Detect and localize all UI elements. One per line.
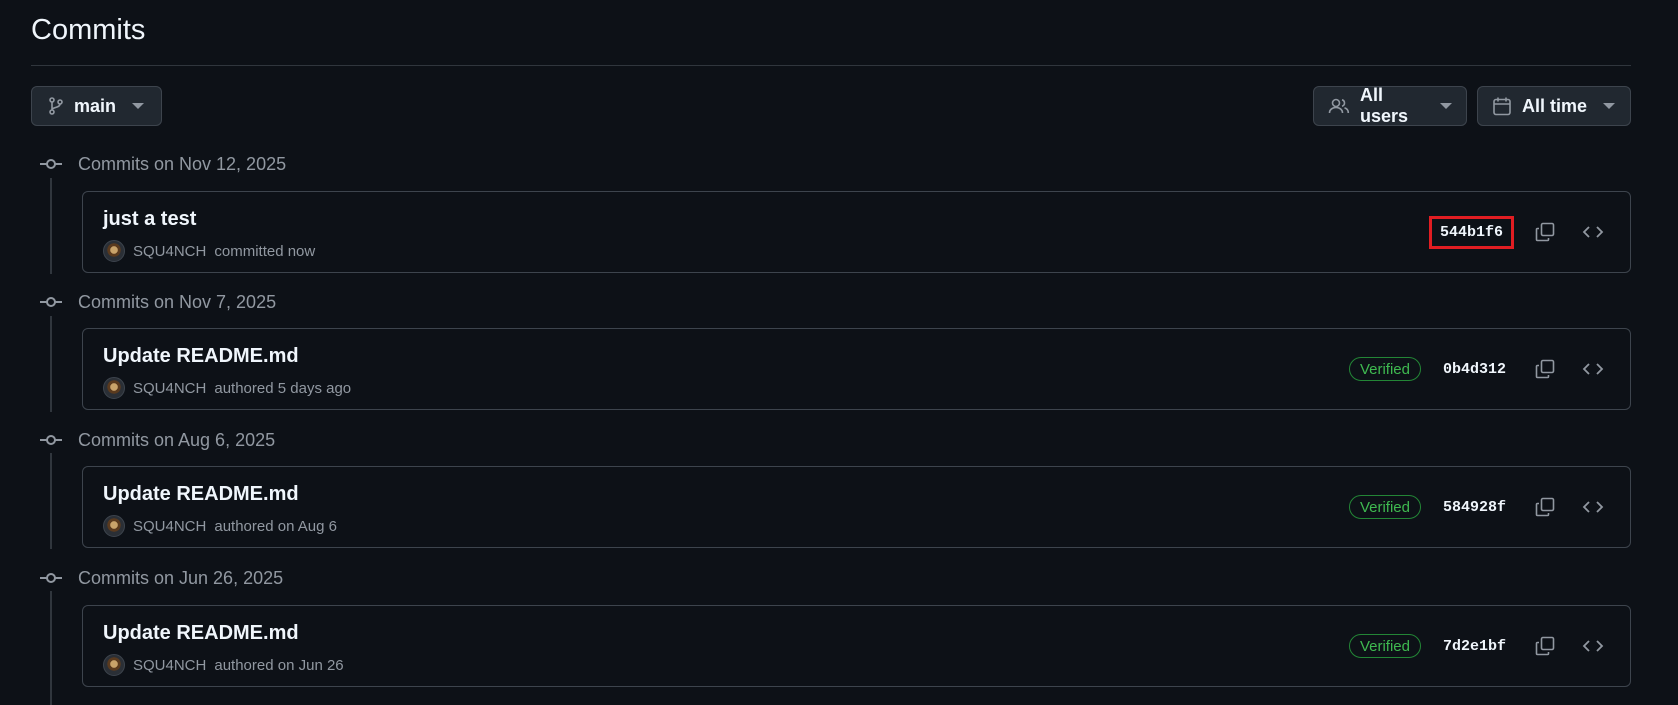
- users-filter-button[interactable]: All users: [1313, 85, 1467, 126]
- copy-icon: [1535, 222, 1555, 242]
- page-title: Commits: [31, 14, 146, 46]
- title-divider: [31, 65, 1631, 66]
- author-link[interactable]: SQU4NCH: [133, 380, 206, 397]
- browse-repo-button[interactable]: [1576, 215, 1610, 249]
- commit-node-icon: [40, 157, 62, 171]
- browse-repo-button[interactable]: [1576, 490, 1610, 524]
- commit-message-link[interactable]: Update README.md: [103, 622, 299, 645]
- copy-sha-button[interactable]: [1528, 490, 1562, 524]
- copy-sha-button[interactable]: [1528, 215, 1562, 249]
- chevron-down-icon: [132, 103, 145, 109]
- commit-action-text: committed now: [214, 242, 316, 260]
- branch-select-button[interactable]: main: [31, 86, 162, 126]
- timeline-line: [50, 178, 52, 274]
- commit-node-icon: [40, 433, 62, 447]
- time-filter-label: All time: [1522, 95, 1588, 116]
- timeline-line: [50, 453, 52, 549]
- chevron-down-icon: [1603, 103, 1616, 109]
- commit-date-label: Commits on Jun 26, 2025: [78, 567, 284, 588]
- commit-sha-link[interactable]: 584928f: [1435, 495, 1514, 520]
- commit-card: Update README.md SQU4NCH authored on Jun…: [82, 605, 1631, 687]
- timeline-line: [50, 316, 52, 412]
- copy-sha-button[interactable]: [1528, 352, 1562, 386]
- avatar[interactable]: [103, 240, 125, 262]
- people-icon: [1328, 97, 1350, 115]
- commit-group-heading: Commits on Nov 12, 2025: [40, 152, 286, 176]
- verified-badge[interactable]: Verified: [1348, 495, 1421, 519]
- commit-meta: SQU4NCH authored on Aug 6: [103, 515, 337, 537]
- calendar-icon: [1492, 96, 1512, 116]
- copy-icon: [1535, 636, 1555, 656]
- commit-sha-link[interactable]: 7d2e1bf: [1435, 634, 1514, 659]
- commit-message-link[interactable]: Update README.md: [103, 345, 299, 368]
- commit-meta: SQU4NCH authored 5 days ago: [103, 377, 351, 399]
- commit-node-icon: [40, 571, 62, 585]
- git-branch-icon: [48, 97, 64, 115]
- time-filter-button[interactable]: All time: [1477, 86, 1631, 126]
- commit-group-heading: Commits on Aug 6, 2025: [40, 428, 275, 452]
- commit-sha-link[interactable]: 544b1f6: [1428, 215, 1514, 249]
- commit-message-link[interactable]: Update README.md: [103, 483, 299, 506]
- code-icon: [1582, 363, 1604, 375]
- commit-date-label: Commits on Nov 12, 2025: [78, 153, 287, 174]
- browse-repo-button[interactable]: [1576, 629, 1610, 663]
- copy-icon: [1535, 497, 1555, 517]
- avatar[interactable]: [103, 377, 125, 399]
- chevron-down-icon: [1440, 103, 1452, 109]
- code-icon: [1582, 226, 1604, 238]
- verified-badge[interactable]: Verified: [1348, 357, 1421, 381]
- commit-card: just a test SQU4NCH committed now 544b1f…: [82, 191, 1631, 273]
- commit-card: Update README.md SQU4NCH authored on Aug…: [82, 466, 1631, 548]
- branch-label: main: [74, 95, 117, 116]
- commit-group-heading: Commits on Jun 26, 2025: [40, 566, 283, 590]
- avatar[interactable]: [103, 654, 125, 676]
- author-link[interactable]: SQU4NCH: [133, 518, 206, 535]
- commit-action-text: authored on Jun 26: [214, 656, 344, 674]
- commit-message-link[interactable]: just a test: [103, 208, 196, 231]
- copy-icon: [1535, 359, 1555, 379]
- commit-action-text: authored on Aug 6: [214, 517, 337, 535]
- commit-date-label: Commits on Nov 7, 2025: [78, 291, 277, 312]
- author-link[interactable]: SQU4NCH: [133, 243, 206, 260]
- commit-meta: SQU4NCH authored on Jun 26: [103, 654, 344, 676]
- commit-date-label: Commits on Aug 6, 2025: [78, 429, 276, 450]
- commit-group-heading: Commits on Nov 7, 2025: [40, 290, 276, 314]
- commit-card: Update README.md SQU4NCH authored 5 days…: [82, 328, 1631, 410]
- code-icon: [1582, 640, 1604, 652]
- commit-meta: SQU4NCH committed now: [103, 240, 315, 262]
- users-filter-label: All users: [1360, 85, 1409, 126]
- timeline-line: [50, 591, 52, 705]
- avatar[interactable]: [103, 515, 125, 537]
- code-icon: [1582, 501, 1604, 513]
- commit-action-text: authored 5 days ago: [214, 379, 352, 397]
- author-link[interactable]: SQU4NCH: [133, 657, 206, 674]
- verified-badge[interactable]: Verified: [1348, 634, 1421, 658]
- copy-sha-button[interactable]: [1528, 629, 1562, 663]
- browse-repo-button[interactable]: [1576, 352, 1610, 386]
- commit-node-icon: [40, 295, 62, 309]
- commit-sha-link[interactable]: 0b4d312: [1435, 357, 1514, 382]
